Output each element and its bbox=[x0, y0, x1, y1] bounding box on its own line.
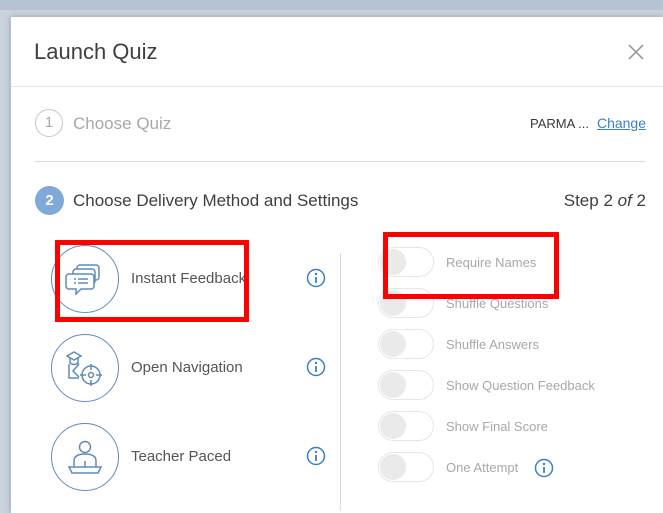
instant-feedback-label: Instant Feedback bbox=[131, 270, 247, 287]
teacher-paced-icon-circle bbox=[51, 423, 119, 491]
page-backdrop bbox=[0, 0, 663, 10]
show-final-score-toggle[interactable] bbox=[378, 411, 434, 441]
close-button[interactable] bbox=[625, 41, 647, 63]
toggle-knob bbox=[380, 290, 406, 316]
launch-quiz-dialog: Launch Quiz 1 Choose Quiz PARMA ... Chan… bbox=[11, 17, 663, 513]
toggle-knob bbox=[380, 249, 406, 275]
setting-shuffle-answers: Shuffle Answers bbox=[378, 329, 638, 361]
step-2-label: Choose Delivery Method and Settings bbox=[73, 191, 359, 210]
open-navigation-icon-circle bbox=[51, 334, 119, 402]
navigation-map-icon bbox=[65, 351, 102, 386]
teacher-paced-label: Teacher Paced bbox=[131, 448, 232, 465]
one-attempt-toggle[interactable] bbox=[378, 452, 434, 482]
open-navigation-info-button[interactable] bbox=[306, 357, 326, 377]
dialog-header: Launch Quiz bbox=[11, 17, 663, 87]
show-question-feedback-label: Show Question Feedback bbox=[446, 378, 595, 393]
require-names-toggle[interactable] bbox=[378, 247, 434, 277]
delivery-method-teacher-paced[interactable]: Teacher Paced bbox=[51, 423, 341, 493]
require-names-label: Require Names bbox=[446, 255, 537, 270]
info-icon bbox=[534, 458, 554, 478]
info-icon bbox=[306, 268, 326, 288]
toggle-knob bbox=[380, 331, 406, 357]
shuffle-questions-toggle[interactable] bbox=[378, 288, 434, 318]
delivery-method-open-navigation[interactable]: Open Navigation bbox=[51, 334, 341, 404]
step-1-badge: 1 bbox=[35, 109, 63, 137]
toggle-knob bbox=[380, 413, 406, 439]
toggle-knob bbox=[380, 454, 406, 480]
setting-require-names: Require Names bbox=[378, 247, 638, 279]
teacher-icon bbox=[67, 440, 103, 474]
step-delivery-method: 2 Choose Delivery Method and Settings St… bbox=[34, 186, 646, 216]
step-counter-suffix: 2 bbox=[631, 191, 646, 210]
toggle-knob bbox=[380, 372, 406, 398]
step-1-label: Choose Quiz bbox=[73, 114, 172, 133]
info-icon bbox=[306, 357, 326, 377]
teacher-paced-info-button[interactable] bbox=[306, 446, 326, 466]
step-counter-of: of bbox=[617, 191, 632, 210]
selected-quiz-name: PARMA ... bbox=[530, 116, 589, 131]
shuffle-answers-toggle[interactable] bbox=[378, 329, 434, 359]
change-quiz-link[interactable]: Change bbox=[597, 115, 646, 131]
step-counter: Step 2 of 2 bbox=[564, 191, 646, 211]
delivery-method-instant-feedback[interactable]: Instant Feedback bbox=[51, 245, 341, 315]
setting-one-attempt: One Attempt bbox=[378, 452, 638, 484]
setting-show-final-score: Show Final Score bbox=[378, 411, 638, 443]
step-divider bbox=[34, 161, 646, 162]
close-icon bbox=[628, 44, 644, 60]
step-choose-quiz: 1 Choose Quiz PARMA ... Change bbox=[34, 108, 646, 142]
instant-feedback-icon-circle bbox=[51, 245, 119, 313]
show-question-feedback-toggle[interactable] bbox=[378, 370, 434, 400]
dialog-title: Launch Quiz bbox=[34, 39, 158, 64]
shuffle-answers-label: Shuffle Answers bbox=[446, 337, 539, 352]
open-navigation-label: Open Navigation bbox=[131, 359, 243, 376]
one-attempt-label: One Attempt bbox=[446, 460, 519, 475]
info-icon bbox=[306, 446, 326, 466]
setting-shuffle-questions: Shuffle Questions bbox=[378, 288, 638, 320]
step-2-badge: 2 bbox=[35, 186, 64, 215]
column-divider bbox=[340, 253, 341, 511]
one-attempt-info-button[interactable] bbox=[534, 458, 554, 478]
show-final-score-label: Show Final Score bbox=[446, 419, 548, 434]
setting-show-question-feedback: Show Question Feedback bbox=[378, 370, 638, 402]
step-counter-prefix: Step 2 bbox=[563, 191, 618, 210]
instant-feedback-info-button[interactable] bbox=[306, 268, 326, 288]
chat-bubbles-icon bbox=[65, 264, 100, 296]
shuffle-questions-label: Shuffle Questions bbox=[446, 296, 549, 311]
